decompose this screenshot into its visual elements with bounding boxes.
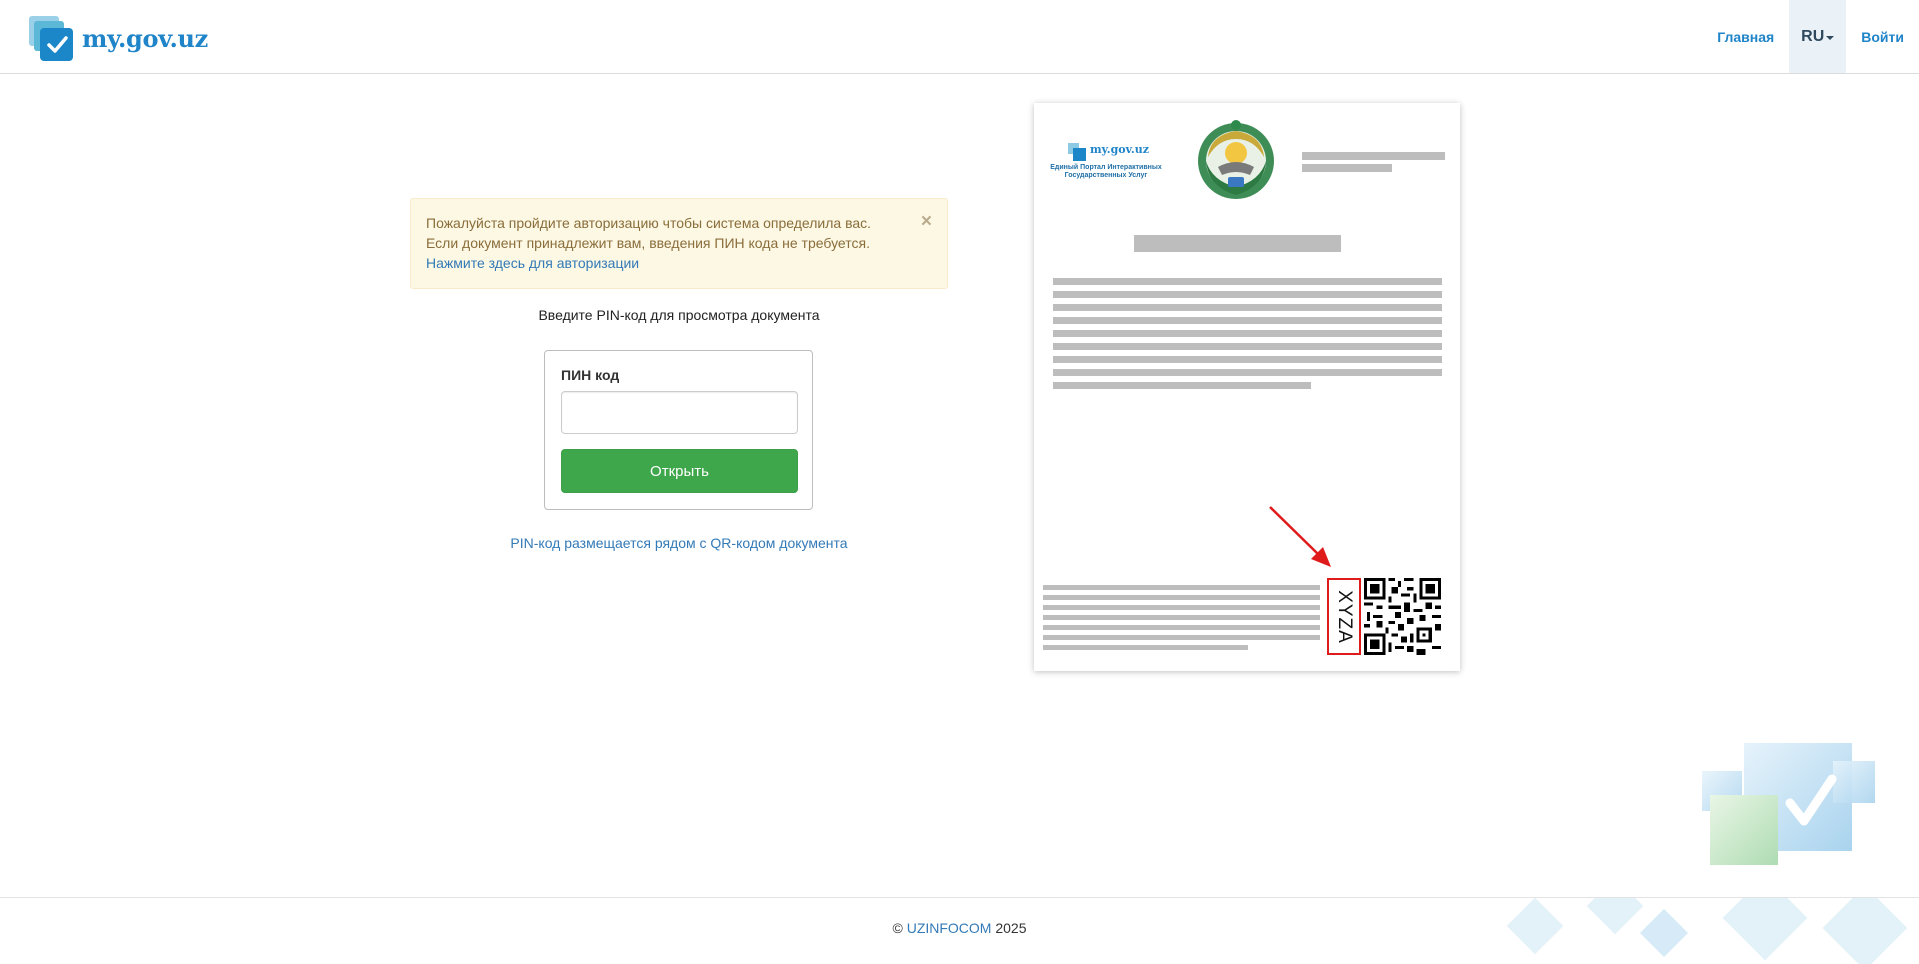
header: my.gov.uz Главная RU Войти [0, 0, 1919, 74]
sample-document-image: my.gov.uz Единый Портал Интерактивных Гос… [1034, 103, 1460, 671]
close-icon[interactable]: × [921, 212, 932, 232]
pin-label: ПИН код [561, 367, 620, 383]
logo[interactable]: my.gov.uz [29, 15, 208, 61]
pin-input[interactable] [561, 391, 798, 434]
alert-text: Пожалуйста пройдите авторизацию чтобы си… [426, 215, 872, 251]
decorative-cubes-image [1702, 743, 1875, 865]
footer: © UZINFOCOM 2025 [0, 920, 1919, 936]
sample-pin-code: XYZA [1327, 578, 1361, 655]
arrow-icon [1269, 506, 1331, 567]
language-label: RU [1801, 27, 1825, 45]
pin-form: ПИН код Открыть [544, 350, 813, 510]
pin-hint-link[interactable]: PIN-код размещается рядом с QR-кодом док… [410, 535, 948, 551]
doc-logo: my.gov.uz Единый Портал Интерактивных Гос… [1048, 139, 1164, 183]
qr-code-icon [1364, 578, 1441, 655]
nav-home-link[interactable]: Главная [1702, 0, 1789, 73]
pin-title: Введите PIN-код для просмотра документа [538, 307, 820, 323]
logo-text: my.gov.uz [82, 23, 208, 53]
language-dropdown[interactable]: RU [1789, 0, 1847, 73]
nav-login-link[interactable]: Войти [1846, 0, 1919, 73]
auth-link[interactable]: Нажмите здесь для авторизации [426, 255, 639, 271]
caret-down-icon [1826, 35, 1835, 40]
copyright-symbol: © [892, 920, 903, 936]
doc-logo-subtitle: Единый Портал Интерактивных Государственн… [1050, 164, 1162, 179]
open-button[interactable]: Открыть [561, 449, 798, 493]
top-nav: Главная RU Войти [1702, 0, 1919, 73]
logo-icon [29, 15, 74, 61]
emblem-icon [1198, 120, 1274, 199]
auth-alert: Пожалуйста пройдите авторизацию чтобы си… [410, 198, 948, 289]
footer-year: 2025 [995, 920, 1027, 936]
company-link[interactable]: UZINFOCOM [907, 920, 992, 936]
doc-logo-name: my.gov.uz [1090, 143, 1149, 156]
logo-icon [1068, 143, 1086, 161]
